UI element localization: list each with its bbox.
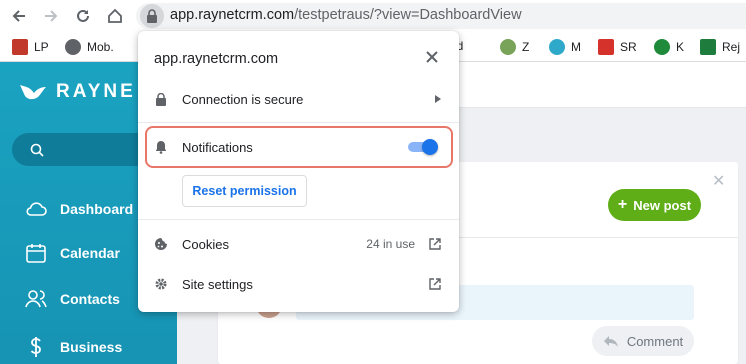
bookmark-z[interactable]: Z [500, 39, 529, 55]
divider [138, 122, 459, 123]
plus-icon: + [617, 196, 628, 213]
reset-permission-button[interactable]: Reset permission [182, 175, 307, 207]
nav-business[interactable]: Business [24, 335, 122, 359]
url-host: app.raynetcrm.com [170, 7, 295, 23]
url-path: /testpetraus/?view=DashboardView [294, 7, 522, 23]
site-settings-label: Site settings [182, 276, 253, 292]
bookmark-label: Z [522, 40, 530, 54]
sr-icon [598, 39, 614, 55]
cookies-label: Cookies [182, 236, 229, 252]
nav-label: Dashboard [60, 201, 134, 217]
cookies-row[interactable]: Cookies 24 in use [138, 224, 459, 264]
bookmark-label: Mob. [87, 40, 114, 54]
toggle-knob [422, 139, 438, 155]
nav-label: Calendar [60, 245, 120, 261]
connection-label: Connection is secure [182, 91, 304, 107]
dollar-icon [30, 337, 41, 357]
reply-icon [603, 336, 618, 347]
k-icon [654, 39, 670, 55]
rej-icon [700, 39, 716, 55]
bookmark-lp[interactable]: LP [12, 39, 49, 55]
nav-contacts[interactable]: Contacts [24, 287, 120, 311]
notifications-label: Notifications [182, 139, 253, 155]
new-post-button[interactable]: + New post [608, 189, 701, 221]
new-post-label: New post [633, 197, 692, 213]
popup-host: app.raynetcrm.com [154, 51, 279, 67]
bookmark-m[interactable]: M [549, 39, 581, 55]
bookmark-label: LP [34, 40, 49, 54]
contacts-icon [25, 290, 47, 308]
nav-label: Business [60, 339, 123, 355]
site-info-popup: app.raynetcrm.com Connection is secure N… [138, 31, 459, 312]
gear-icon [154, 277, 168, 291]
nav-label: Contacts [60, 291, 120, 307]
app-logo[interactable]: RAYNE [18, 81, 136, 103]
lp-icon [12, 39, 28, 55]
external-link-icon [429, 278, 441, 290]
site-info-button[interactable] [140, 4, 164, 28]
divider [138, 219, 459, 220]
bookmark-label: SR [620, 40, 637, 54]
notifications-toggle[interactable] [408, 139, 438, 155]
bookmark-mob[interactable]: Mob. [65, 39, 114, 55]
cloud-icon [26, 202, 47, 216]
browser-toolbar: app.raynetcrm.com/testpetraus/?view=Dash… [0, 0, 746, 32]
bookmark-k[interactable]: K [654, 39, 684, 55]
external-link-icon [429, 238, 441, 250]
bell-icon [154, 140, 168, 154]
forward-icon[interactable] [39, 4, 63, 28]
cookies-meta: 24 in use [366, 237, 441, 251]
nav-dashboard[interactable]: Dashboard [24, 197, 133, 221]
reload-icon[interactable] [71, 4, 95, 28]
calendar-icon [26, 244, 46, 263]
url-text[interactable]: app.raynetcrm.com/testpetraus/?view=Dash… [170, 7, 522, 23]
card-close-icon[interactable]: ✕ [712, 171, 725, 191]
globe-icon [65, 39, 81, 55]
search-icon [30, 143, 44, 157]
bookmark-label: M [571, 40, 581, 54]
lock-icon [154, 92, 168, 106]
close-icon[interactable] [424, 49, 440, 65]
cookies-count: 24 in use [366, 237, 415, 251]
nav-calendar[interactable]: Calendar [24, 241, 120, 265]
comment-label: Comment [626, 333, 684, 349]
lock-icon [147, 9, 157, 23]
raynet-logo-icon [20, 85, 46, 100]
bookmark-label: Rej [722, 40, 741, 54]
back-icon[interactable] [7, 4, 31, 28]
m-icon [549, 39, 565, 55]
chevron-right-icon [435, 95, 441, 103]
bookmark-sr[interactable]: SR [598, 39, 637, 55]
comment-button[interactable]: Comment [592, 326, 694, 356]
connection-row[interactable]: Connection is secure [138, 79, 459, 119]
z-icon [500, 39, 516, 55]
home-icon[interactable] [103, 4, 127, 28]
brand-name: RAYNE [56, 81, 136, 102]
bookmark-label: K [676, 40, 685, 54]
cookie-icon [154, 237, 168, 251]
site-settings-row[interactable]: Site settings [138, 264, 459, 304]
bookmark-rej[interactable]: Rej [700, 39, 740, 55]
